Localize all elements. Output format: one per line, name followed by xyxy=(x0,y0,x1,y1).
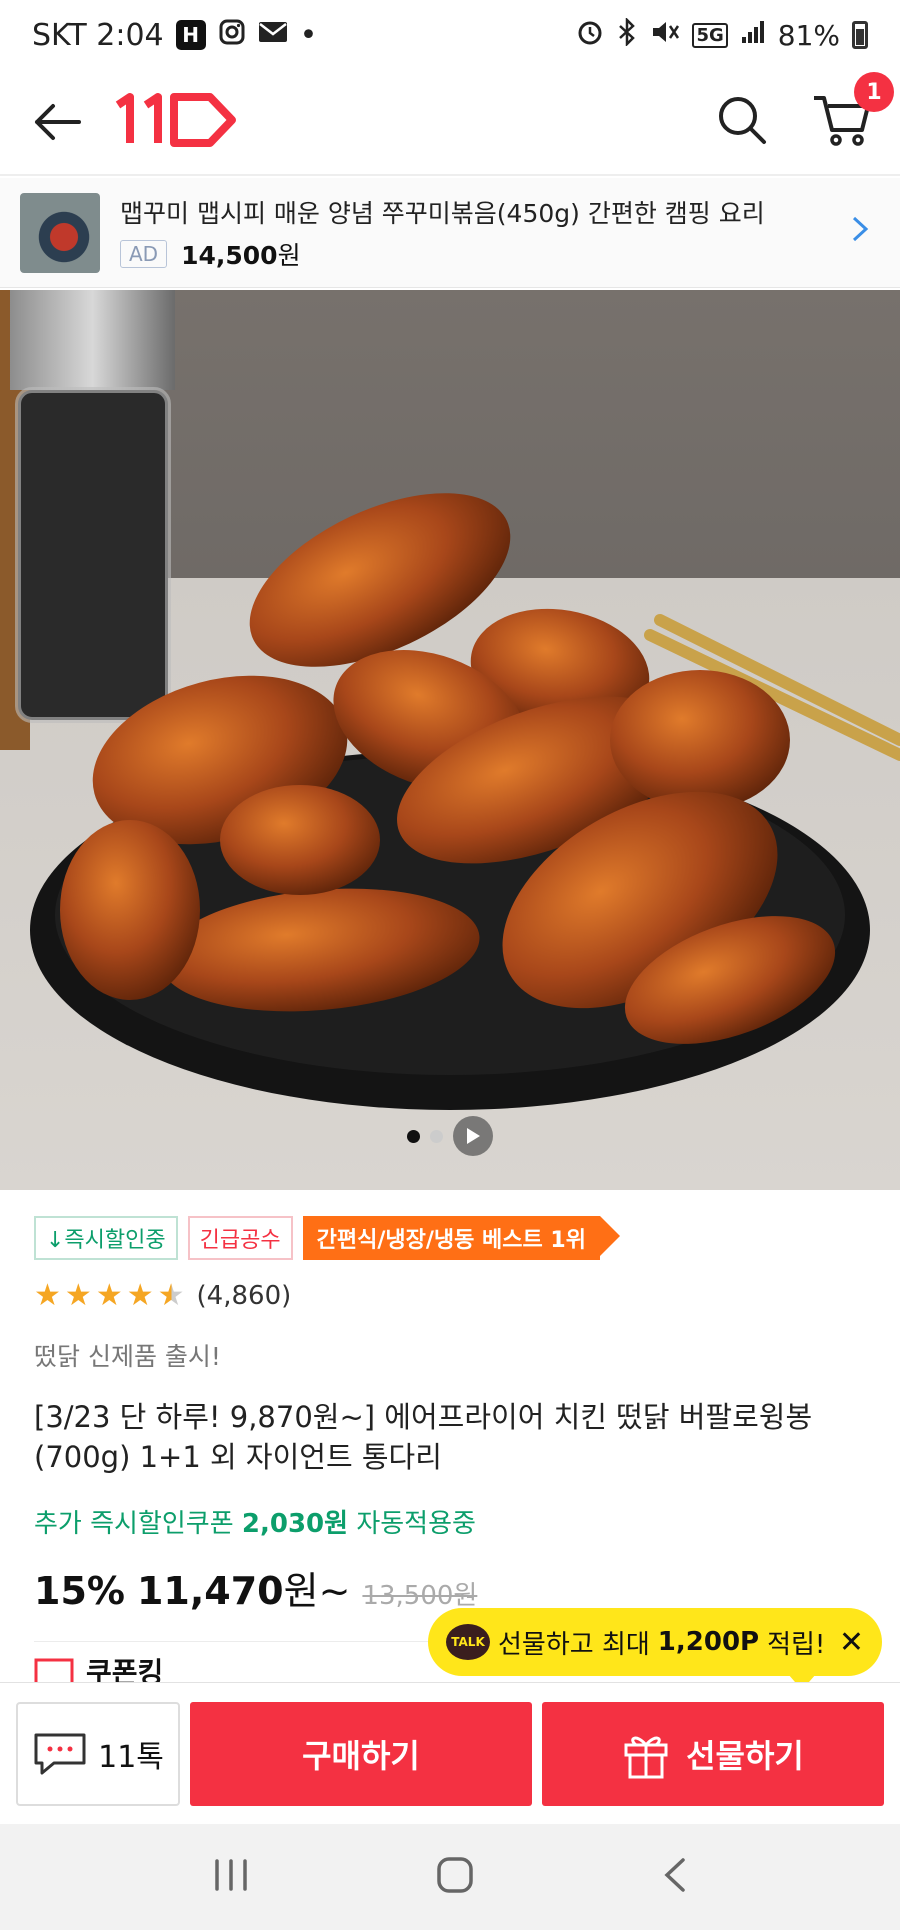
gift-button[interactable]: 선물하기 xyxy=(542,1701,884,1806)
search-icon xyxy=(719,97,766,144)
ad-tag: AD xyxy=(120,239,168,268)
network-5g: 5G xyxy=(692,22,728,48)
gallery-dot-1[interactable] xyxy=(407,1129,420,1143)
11talk-label: 11톡 xyxy=(98,1739,164,1775)
chat-bubble-icon xyxy=(34,1733,86,1774)
product-image-gallery[interactable] xyxy=(0,290,900,1190)
instant-discount-badge: ↓즉시할인중 xyxy=(34,1216,178,1260)
tooltip-suffix: 적립! xyxy=(767,1629,826,1660)
11st-logo[interactable] xyxy=(112,91,242,153)
home-button[interactable] xyxy=(435,1855,475,1899)
product-title: [3/23 단 하루! 9,870원~] 에어프라이어 치킨 떴닭 버팔로윙봉(… xyxy=(34,1400,813,1474)
app-header: 1 xyxy=(0,70,900,176)
carrier-time: SKT 2:04 xyxy=(32,17,164,53)
urgent-import-badge: 긴급공수 xyxy=(187,1216,293,1260)
coupon-info: 추가 즉시할인쿠폰 2,030원 자동적용중 xyxy=(34,1509,476,1539)
search-button[interactable] xyxy=(716,94,768,150)
product-subtitle: 떴닭 신제품 출시! xyxy=(34,1342,221,1371)
star-icon: ★ xyxy=(126,1278,154,1313)
gift-icon xyxy=(624,1736,668,1778)
half-star-icon: ★ xyxy=(157,1278,185,1313)
cart-count-badge: 1 xyxy=(854,72,894,112)
mail-icon xyxy=(258,20,288,51)
ad-price: 14,500원 xyxy=(181,240,301,270)
arrow-left-icon xyxy=(35,104,81,140)
product-photo-chicken-wings xyxy=(0,290,900,1110)
chevron-right-icon xyxy=(840,212,880,253)
review-count: (4,860) xyxy=(196,1280,292,1311)
system-nav-bar xyxy=(0,1824,900,1930)
signal-icon xyxy=(740,19,766,52)
alarm-icon xyxy=(576,18,604,53)
gift-label: 선물하기 xyxy=(686,1736,804,1775)
notification-dot: • xyxy=(299,17,318,53)
h-app-icon: H xyxy=(175,20,206,50)
status-bar: SKT 2:04 H • 5G 81% xyxy=(0,0,900,70)
discount-rate: 15% xyxy=(34,1569,125,1613)
play-icon xyxy=(467,1128,480,1144)
close-icon[interactable]: ✕ xyxy=(829,1625,864,1660)
back-button[interactable] xyxy=(28,92,88,152)
recent-apps-icon xyxy=(215,1859,247,1891)
ad-thumbnail xyxy=(20,192,100,273)
tooltip-points: 1,200P xyxy=(657,1627,760,1657)
buy-button[interactable]: 구매하기 xyxy=(190,1701,532,1806)
cart-button[interactable]: 1 xyxy=(812,72,894,152)
best-rank-badge[interactable]: 간편식/냉장/냉동 베스트 1위 xyxy=(302,1216,621,1260)
price-row: 15% 11,470원~ 13,500원 xyxy=(34,1560,866,1615)
chevron-left-icon xyxy=(664,1858,685,1892)
star-icon: ★ xyxy=(34,1278,61,1313)
gift-points-tooltip[interactable]: TALK 선물하고 최대 1,200P 적립! ✕ xyxy=(428,1608,882,1690)
bottom-action-bar: 11톡 구매하기 선물하기 xyxy=(0,1682,900,1824)
ad-title: 맵꾸미 맵시피 매운 양념 쭈꾸미볶음(450g) 간편한 캠핑 요리 xyxy=(120,198,765,228)
system-back-button[interactable] xyxy=(661,1856,687,1898)
instagram-icon xyxy=(218,18,246,53)
star-icon: ★ xyxy=(95,1278,123,1313)
bluetooth-icon xyxy=(616,16,638,53)
gallery-dot-2[interactable] xyxy=(430,1129,443,1143)
battery-level: 81% xyxy=(777,18,840,52)
tooltip-text: 선물하고 최대 xyxy=(498,1629,650,1660)
11talk-button[interactable]: 11톡 xyxy=(16,1701,180,1806)
home-icon xyxy=(437,1857,473,1893)
recent-apps-button[interactable] xyxy=(213,1858,249,1896)
gallery-pagination xyxy=(0,1116,900,1156)
sale-price: 11,470원~ xyxy=(136,1569,351,1613)
rating-row[interactable]: ★ ★ ★ ★ ★ (4,860) xyxy=(34,1278,866,1313)
play-video-button[interactable] xyxy=(453,1116,493,1156)
kakao-talk-icon: TALK xyxy=(446,1624,490,1660)
ad-banner[interactable]: 맵꾸미 맵시피 매운 양념 쭈꾸미볶음(450g) 간편한 캠핑 요리 AD 1… xyxy=(0,178,900,288)
mute-icon xyxy=(650,18,680,53)
star-icon: ★ xyxy=(64,1278,92,1313)
original-price: 13,500원 xyxy=(362,1581,478,1611)
badge-row: ↓즉시할인중 긴급공수 간편식/냉장/냉동 베스트 1위 xyxy=(34,1216,866,1260)
battery-icon xyxy=(852,21,868,49)
